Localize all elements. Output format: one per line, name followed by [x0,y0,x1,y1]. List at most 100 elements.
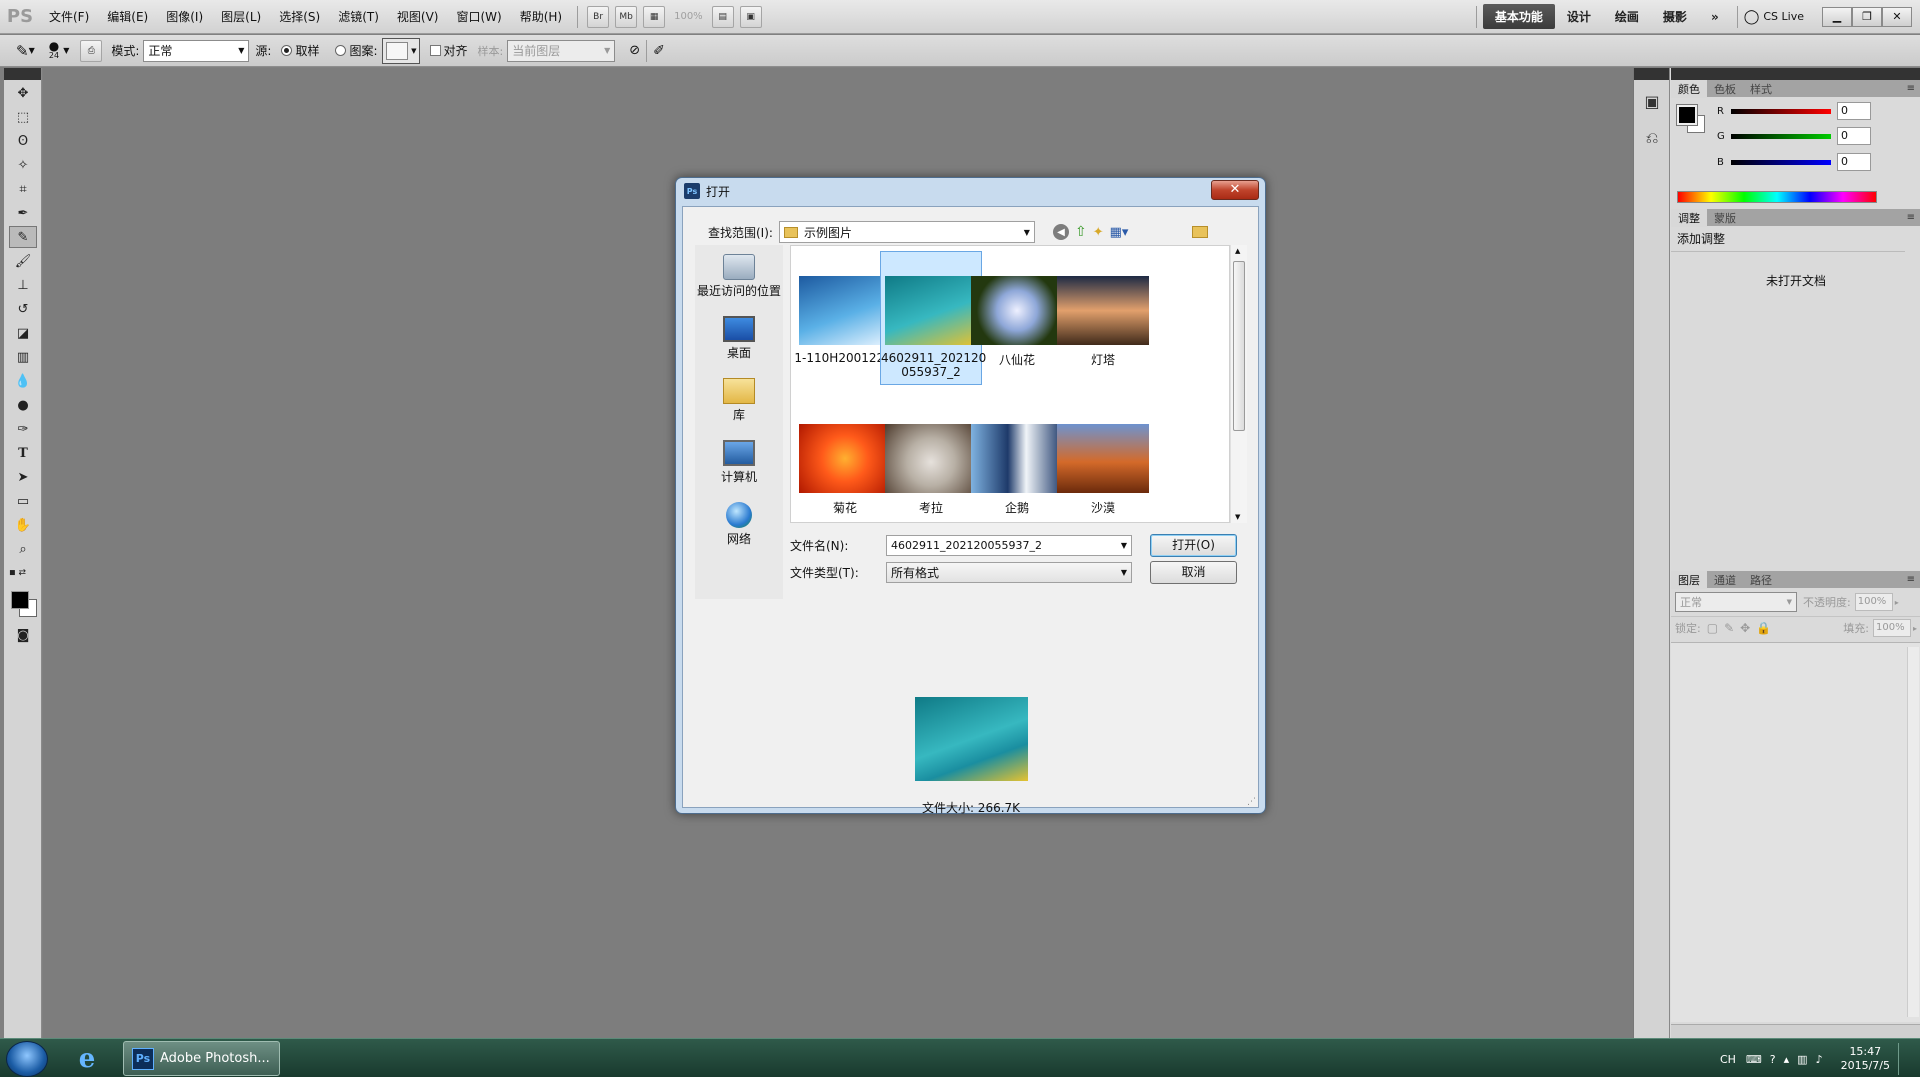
color-panel-fg-swatch[interactable] [1676,104,1698,126]
color-swatches[interactable] [8,588,40,620]
pattern-radio[interactable] [335,45,347,56]
menu-select[interactable]: 选择(S) [270,8,329,25]
up-folder-icon[interactable]: ⇧ [1075,224,1087,240]
panel-menu-icon[interactable]: ≡ [1907,83,1920,94]
file-list-scrollbar[interactable]: ▲ ▼ [1230,245,1247,523]
filetype-select[interactable]: 所有格式 ▼ [886,562,1132,583]
place-recent[interactable]: 最近访问的位置 [695,245,783,307]
open-button[interactable]: 打开(O) [1150,534,1237,557]
pattern-picker[interactable]: ▼ [381,37,420,64]
panel-stack-header[interactable] [1671,68,1920,80]
zoom-level[interactable]: 100% [674,11,703,22]
keyboard-icon[interactable]: ⌨ [1746,1053,1762,1066]
volume-icon[interactable]: ♪ [1816,1053,1823,1066]
scroll-up-icon[interactable]: ▲ [1235,247,1240,255]
workspace-essentials[interactable]: 基本功能 [1482,4,1555,29]
foreground-color-swatch[interactable] [11,591,29,609]
clone-stamp-tool-icon[interactable]: ⊥ [9,274,37,296]
place-network[interactable]: 网络 [695,493,783,555]
tab-layers[interactable]: 图层 [1671,570,1707,589]
back-icon[interactable]: ◀ [1052,224,1069,240]
panel-menu-icon[interactable]: ≡ [1907,212,1920,223]
brush-preset-picker[interactable]: ● 24 [49,40,59,60]
new-folder-icon[interactable]: ✦ [1093,225,1104,240]
show-desktop-button[interactable] [1898,1043,1910,1075]
blue-slider[interactable] [1731,159,1831,165]
workspace-photography[interactable]: 摄影 [1651,4,1699,29]
lock-position-icon[interactable]: ✥ [1740,621,1750,635]
path-selection-tool-icon[interactable]: ➤ [9,466,37,488]
menu-file[interactable]: 文件(F) [40,8,98,25]
swap-colors-icon[interactable]: ◾ ⇄ [9,562,37,584]
history-brush-tool-icon[interactable]: ↺ [9,298,37,320]
file-item[interactable]: 灯塔 [1052,252,1154,386]
panel-menu-icon[interactable]: ≡ [1907,574,1920,585]
menu-help[interactable]: 帮助(H) [511,8,571,25]
healing-brush-icon[interactable]: ✎ [16,42,29,60]
tab-masks[interactable]: 蒙版 [1707,209,1743,227]
taskbar-photoshop[interactable]: Ps Adobe Photosh... [123,1041,280,1076]
cancel-button[interactable]: 取消 [1150,561,1237,584]
layers-scrollbar[interactable] [1907,647,1919,1017]
lasso-tool-icon[interactable]: ʘ [9,130,37,152]
workspace-design[interactable]: 设计 [1555,4,1603,29]
dialog-close-button[interactable]: ✕ [1211,180,1259,200]
toggle-brush-panel-button[interactable]: ⎙ [80,39,103,62]
sampled-radio[interactable] [281,45,293,56]
look-in-combo[interactable]: 示例图片 ▼ [778,221,1035,243]
pen-tool-icon[interactable]: ✑ [9,418,37,440]
menu-filter[interactable]: 滤镜(T) [329,8,388,25]
rectangle-tool-icon[interactable]: ▭ [9,490,37,512]
tab-paths[interactable]: 路径 [1743,571,1779,589]
eyedropper-tool-icon[interactable]: ✒ [9,202,37,224]
history-icon[interactable]: ⎌ [1640,128,1664,152]
mini-bridge-icon[interactable]: ▣ [1640,92,1664,116]
tray-expand-icon[interactable]: ▴ [1784,1053,1790,1066]
zoom-tool-icon[interactable]: ⌕ [9,538,37,560]
place-computer[interactable]: 计算机 [695,431,783,493]
eraser-tool-icon[interactable]: ◪ [9,322,37,344]
mode-select[interactable]: 正常 ▼ [143,39,250,62]
workspace-painting[interactable]: 绘画 [1603,4,1651,29]
quick-mask-icon[interactable]: ◙ [9,624,37,646]
blur-tool-icon[interactable]: 💧 [9,370,37,392]
menu-edit[interactable]: 编辑(E) [98,8,157,25]
dodge-tool-icon[interactable]: ● [9,394,37,416]
chevron-right-icon[interactable]: ▸ [1913,624,1917,633]
fill-value[interactable]: 100% [1872,619,1911,637]
place-desktop[interactable]: 桌面 [695,307,783,369]
healing-brush-tool-icon[interactable]: ✎ [9,226,37,248]
internet-explorer-icon[interactable]: e [70,1043,104,1075]
tab-channels[interactable]: 通道 [1707,571,1743,589]
chevron-down-icon[interactable]: ▼ [63,46,69,55]
red-value[interactable]: 0 [1837,102,1871,120]
restore-button[interactable]: ❐ [1852,6,1882,27]
more-workspaces-button[interactable]: » [1699,6,1731,28]
move-tool-icon[interactable]: ✥ [9,82,37,104]
marquee-tool-icon[interactable]: ⬚ [9,106,37,128]
arrange-documents-button[interactable]: ▤ [711,5,734,28]
bridge-button[interactable]: Br [587,5,610,28]
opacity-value[interactable]: 100% [1854,593,1893,611]
network-tray-icon[interactable]: ▥ [1797,1053,1807,1066]
tab-styles[interactable]: 样式 [1743,80,1779,98]
close-app-button[interactable]: ✕ [1882,6,1912,27]
hand-tool-icon[interactable]: ✋ [9,514,37,536]
place-libraries[interactable]: 库 [695,369,783,431]
tab-adjustments[interactable]: 调整 [1671,208,1707,227]
lock-transparent-icon[interactable]: ▢ [1707,621,1718,635]
screen-mode-button[interactable]: ▣ [739,5,762,28]
help-icon[interactable]: ? [1770,1053,1776,1066]
brush-tool-icon[interactable]: 🖌 [9,250,37,272]
dialog-titlebar[interactable]: Ps 打开 [676,178,1265,204]
green-value[interactable]: 0 [1837,127,1871,145]
menu-view[interactable]: 视图(V) [388,8,448,25]
start-button[interactable] [6,1041,48,1077]
language-indicator[interactable]: CH [1720,1053,1736,1066]
clock[interactable]: 15:47 2015/7/5 [1841,1045,1890,1073]
aligned-checkbox[interactable] [429,45,441,56]
crop-tool-icon[interactable]: ⌗ [9,178,37,200]
cs-live-button[interactable]: CS Live [1763,10,1804,23]
sample-select[interactable]: 当前图层 ▼ [507,39,616,62]
minimize-button[interactable]: ▁ [1822,6,1852,27]
